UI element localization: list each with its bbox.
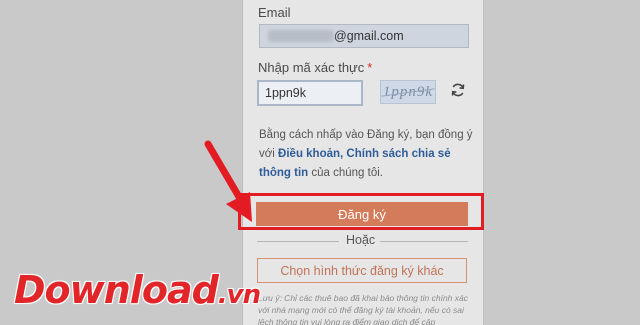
watermark-suffix: .vn (217, 280, 261, 310)
captcha-input[interactable]: 1ppn9k (257, 80, 363, 106)
or-text: Hoặc (346, 233, 376, 247)
red-arrow-icon (204, 140, 252, 222)
captcha-label-row: Nhập mã xác thực * (258, 60, 372, 75)
email-value: @gmail.com (334, 29, 404, 43)
redacted-blur (268, 30, 334, 42)
register-button[interactable]: Đăng ký (256, 202, 468, 226)
captcha-image: 1ppn9k (380, 80, 436, 104)
refresh-icon[interactable] (448, 80, 468, 100)
captcha-label: Nhập mã xác thực (258, 60, 365, 75)
required-mark: * (367, 60, 373, 75)
divider-left (257, 241, 339, 242)
email-field[interactable]: @gmail.com (259, 24, 469, 48)
terms-suffix: của chúng tôi. (308, 167, 383, 179)
watermark-logo: Download.vn (14, 268, 261, 312)
alt-register-button[interactable]: Chọn hình thức đăng ký khác (257, 258, 467, 283)
divider-right (380, 241, 468, 242)
email-label: Email (258, 5, 291, 20)
watermark-brand: Download (14, 268, 219, 312)
terms-text: Bằng cách nhấp vào Đăng ký, bạn đồng ý v… (259, 126, 473, 183)
note-text: Lưu ý: Chỉ các thuê bao đã khai báo thôn… (258, 293, 468, 325)
